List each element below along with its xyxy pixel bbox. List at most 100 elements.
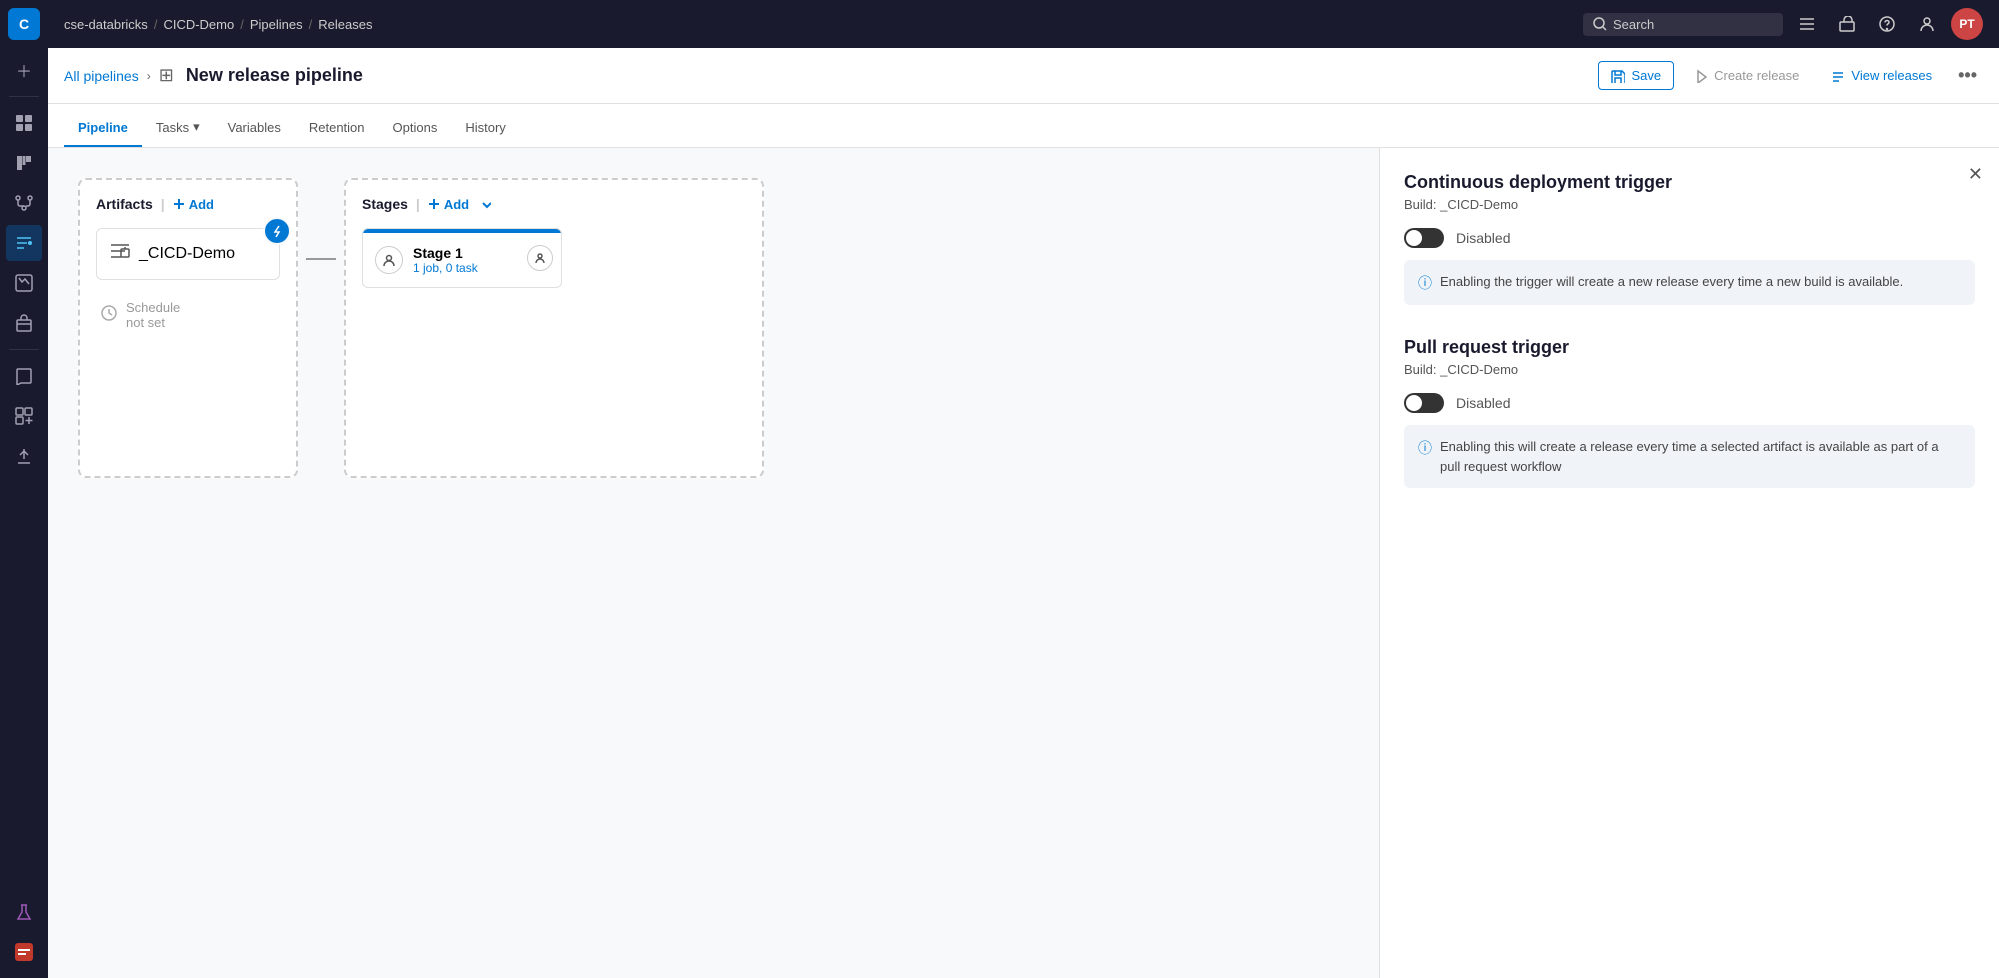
tasks-chevron: ▾ <box>193 119 200 135</box>
view-releases-button[interactable]: View releases <box>1819 62 1944 89</box>
artifacts-label: Artifacts <box>96 196 153 212</box>
content-breadcrumb: All pipelines › ⊞ New release pipeline <box>64 65 363 86</box>
sidebar-divider <box>9 96 39 97</box>
tab-history[interactable]: History <box>451 110 519 147</box>
boards-icon[interactable] <box>6 145 42 181</box>
package-icon[interactable] <box>1831 8 1863 40</box>
tab-bar: Pipeline Tasks ▾ Variables Retention Opt… <box>48 104 1999 148</box>
schedule-item: Schedulenot set <box>96 292 280 338</box>
sidebar-logo[interactable]: C <box>8 8 40 40</box>
stages-section: Stages | Add <box>344 178 764 478</box>
panel-close-button[interactable]: ✕ <box>1968 164 1983 185</box>
page-title: New release pipeline <box>186 65 363 86</box>
artifacts-section: Artifacts | Add _ <box>78 178 298 478</box>
deploy-icon[interactable] <box>6 438 42 474</box>
create-icon <box>1694 69 1708 83</box>
lab-icon[interactable] <box>6 894 42 930</box>
stage-body: Stage 1 1 job, 0 task <box>363 233 561 287</box>
schedule-label: Schedulenot set <box>126 300 180 330</box>
stages-sep: | <box>416 196 420 212</box>
pipelines-icon[interactable] <box>6 225 42 261</box>
content-header: All pipelines › ⊞ New release pipeline S… <box>48 48 1999 104</box>
pipeline-area: Artifacts | Add _ <box>48 148 1999 978</box>
stages-header: Stages | Add <box>362 196 746 212</box>
header-actions: Save Create release View releases ••• <box>1598 59 1983 92</box>
all-pipelines-link[interactable]: All pipelines <box>64 68 139 84</box>
pr-info-text: Enabling this will create a release ever… <box>1440 437 1961 476</box>
breadcrumb-sep2: / <box>240 17 244 32</box>
tab-options[interactable]: Options <box>379 110 452 147</box>
breadcrumb-releases[interactable]: Releases <box>318 17 372 32</box>
artifacts-sep: | <box>161 196 165 212</box>
search-label: Search <box>1613 17 1654 32</box>
tab-tasks[interactable]: Tasks ▾ <box>142 109 214 147</box>
pr-trigger-section: Pull request trigger Build: _CICD-Demo D… <box>1404 337 1975 488</box>
cd-info-text: Enabling the trigger will create a new r… <box>1440 272 1903 292</box>
right-panel: ✕ Continuous deployment trigger Build: _… <box>1379 148 1999 978</box>
repos-icon[interactable] <box>6 185 42 221</box>
pr-trigger-build: Build: _CICD-Demo <box>1404 362 1975 377</box>
help-icon[interactable] <box>1871 8 1903 40</box>
pipeline-row: Artifacts | Add _ <box>78 178 1349 478</box>
more-actions-button[interactable]: ••• <box>1952 59 1983 92</box>
tab-pipeline[interactable]: Pipeline <box>64 110 142 147</box>
wiki-icon[interactable] <box>6 358 42 394</box>
artifact-type-icon <box>109 241 131 267</box>
save-icon <box>1611 69 1625 83</box>
cd-toggle-row: Disabled <box>1404 228 1975 248</box>
save-button[interactable]: Save <box>1598 61 1674 90</box>
list-icon[interactable] <box>1791 8 1823 40</box>
pr-toggle-row: Disabled <box>1404 393 1975 413</box>
artifacts-header: Artifacts | Add <box>96 196 280 212</box>
pipeline-canvas[interactable]: Artifacts | Add _ <box>48 148 1379 978</box>
cd-trigger-build: Build: _CICD-Demo <box>1404 197 1975 212</box>
artifacts-icon[interactable] <box>6 305 42 341</box>
search-box[interactable]: Search <box>1583 13 1783 36</box>
stage-name: Stage 1 <box>413 245 478 261</box>
add-icon[interactable]: ＋ <box>6 52 42 88</box>
breadcrumb-project[interactable]: CICD-Demo <box>163 17 234 32</box>
add-artifact-button[interactable]: Add <box>173 197 214 212</box>
artifact-card[interactable]: _CICD-Demo <box>96 228 280 280</box>
cd-toggle[interactable] <box>1404 228 1444 248</box>
user-icon[interactable] <box>1911 8 1943 40</box>
breadcrumb-pipelines[interactable]: Pipelines <box>250 17 303 32</box>
tab-variables[interactable]: Variables <box>214 110 295 147</box>
sidebar-divider2 <box>9 349 39 350</box>
avatar[interactable]: PT <box>1951 8 1983 40</box>
pr-toggle-label: Disabled <box>1456 395 1510 411</box>
extensions-icon[interactable] <box>6 398 42 434</box>
pr-trigger-title: Pull request trigger <box>1404 337 1975 358</box>
breadcrumb: cse-databricks / CICD-Demo / Pipelines /… <box>64 17 372 32</box>
testplans-icon[interactable] <box>6 265 42 301</box>
breadcrumb-chevron: › <box>147 69 151 83</box>
lightning-icon <box>271 225 283 237</box>
search-icon <box>1593 17 1607 31</box>
tab-retention[interactable]: Retention <box>295 110 379 147</box>
pr-info-box: ⓘ Enabling this will create a release ev… <box>1404 425 1975 488</box>
add-stage-icon <box>428 198 440 210</box>
main-content: cse-databricks / CICD-Demo / Pipelines /… <box>48 0 1999 978</box>
sidebar: C ＋ <box>0 0 48 978</box>
overview-icon[interactable] <box>6 105 42 141</box>
stage-info: Stage 1 1 job, 0 task <box>413 245 478 275</box>
breadcrumb-org[interactable]: cse-databricks <box>64 17 148 32</box>
stage-right-approver <box>527 245 553 271</box>
stage-card[interactable]: Stage 1 1 job, 0 task <box>362 228 562 288</box>
cd-trigger-section: Continuous deployment trigger Build: _CI… <box>1404 172 1975 305</box>
add-artifact-icon <box>173 198 185 210</box>
pr-toggle[interactable] <box>1404 393 1444 413</box>
releases-icon <box>1831 69 1845 83</box>
artifact-name: _CICD-Demo <box>139 245 235 263</box>
cd-toggle-label: Disabled <box>1456 230 1510 246</box>
top-navigation: cse-databricks / CICD-Demo / Pipelines /… <box>48 0 1999 48</box>
chevron-down-icon <box>481 199 491 209</box>
connector <box>298 258 344 260</box>
create-release-button[interactable]: Create release <box>1682 62 1811 89</box>
cd-info-box: ⓘ Enabling the trigger will create a new… <box>1404 260 1975 305</box>
connector-line <box>306 258 336 260</box>
add-stage-dropdown[interactable] <box>481 199 491 209</box>
cd-info-icon: ⓘ <box>1418 273 1432 293</box>
feedback-icon[interactable] <box>6 934 42 970</box>
add-stage-button[interactable]: Add <box>428 197 469 212</box>
